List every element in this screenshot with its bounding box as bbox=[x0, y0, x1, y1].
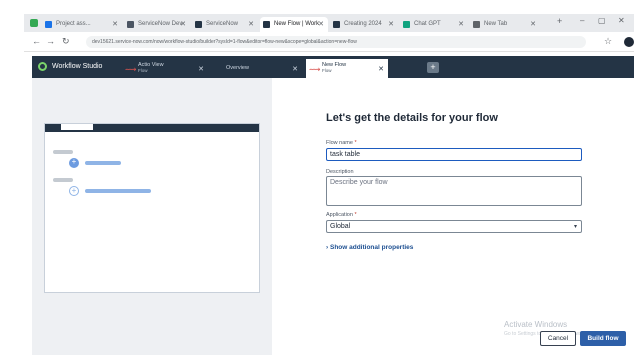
close-icon[interactable]: ✕ bbox=[378, 65, 384, 73]
show-additional-properties-link[interactable]: › Show additional properties bbox=[326, 244, 413, 251]
cancel-button[interactable]: Cancel bbox=[540, 331, 576, 346]
application-label: Application * bbox=[326, 212, 357, 218]
tab-favicon-icon bbox=[333, 21, 340, 28]
browser-tab-strip: Project ass... ✕ ServiceNow Dev ✕ Servic… bbox=[24, 14, 634, 32]
browser-app-icon bbox=[30, 19, 38, 27]
browser-tab-1[interactable]: ServiceNow Dev ✕ bbox=[124, 17, 190, 32]
minimize-button[interactable]: – bbox=[580, 16, 584, 25]
preview-action-label-line bbox=[85, 189, 151, 193]
page-title: Let's get the details for your flow bbox=[326, 112, 498, 124]
preview-action-line bbox=[53, 178, 73, 182]
reload-icon[interactable]: ↻ bbox=[62, 36, 70, 47]
flow-name-input[interactable]: task table bbox=[326, 148, 582, 161]
forward-arrow-icon[interactable]: → bbox=[46, 36, 55, 46]
browser-tab-2[interactable]: ServiceNow ✕ bbox=[192, 17, 258, 32]
tab-favicon-icon bbox=[403, 21, 410, 28]
address-bar-row: ← → ↻ dev15621.service-now.com/now/workf… bbox=[24, 32, 634, 52]
preview-add-trigger-icon: + bbox=[69, 157, 79, 168]
tab-favicon-icon bbox=[127, 21, 134, 28]
close-icon[interactable]: ✕ bbox=[180, 17, 186, 32]
flow-icon: ⟿ bbox=[309, 65, 321, 74]
maximize-button[interactable]: ▢ bbox=[598, 16, 606, 25]
preview-card-tab bbox=[61, 124, 93, 130]
close-icon[interactable]: ✕ bbox=[248, 17, 254, 32]
close-window-button[interactable]: ✕ bbox=[618, 16, 625, 25]
description-label: Description bbox=[326, 169, 354, 175]
preview-trigger-label-line bbox=[85, 161, 121, 165]
flow-icon: ⟿ bbox=[125, 65, 137, 74]
tab-favicon-icon bbox=[473, 21, 480, 28]
workflow-studio-logo-icon bbox=[38, 62, 47, 71]
browser-tab-0[interactable]: Project ass... ✕ bbox=[42, 17, 122, 32]
app-tab-2[interactable]: ⟿ New Flow Flow ✕ bbox=[306, 59, 388, 78]
application-select[interactable]: Global ▾ bbox=[326, 220, 582, 233]
browser-tab-6[interactable]: New Tab ✕ bbox=[470, 17, 540, 32]
preview-add-action-icon: + bbox=[69, 186, 79, 196]
tab-favicon-icon bbox=[263, 21, 270, 28]
close-icon[interactable]: ✕ bbox=[198, 65, 204, 73]
chevron-right-icon: › bbox=[326, 244, 329, 251]
build-flow-button[interactable]: Build flow bbox=[580, 331, 626, 346]
browser-tab-5[interactable]: Chat GPT ✕ bbox=[400, 17, 468, 32]
close-icon[interactable]: ✕ bbox=[292, 65, 298, 73]
description-textarea[interactable]: Describe your flow bbox=[326, 176, 582, 206]
chevron-down-icon: ▾ bbox=[573, 224, 577, 230]
close-icon[interactable]: ✕ bbox=[112, 17, 118, 32]
close-icon[interactable]: ✕ bbox=[458, 17, 464, 32]
flow-details-form: Let's get the details for your flow Flow… bbox=[272, 78, 634, 355]
browser-tab-4[interactable]: Creating 2024 ✕ bbox=[330, 17, 398, 32]
flow-preview-card: + + bbox=[44, 123, 260, 293]
new-tab-button[interactable]: + bbox=[557, 16, 562, 26]
close-icon[interactable]: ✕ bbox=[318, 17, 324, 32]
close-icon[interactable]: ✕ bbox=[388, 17, 394, 32]
profile-avatar[interactable] bbox=[624, 37, 634, 47]
activate-windows-watermark: Activate Windows bbox=[504, 320, 568, 329]
add-app-tab-button[interactable]: + bbox=[427, 62, 439, 73]
back-arrow-icon[interactable]: ← bbox=[32, 36, 41, 46]
app-tab-1[interactable]: Overview ✕ bbox=[210, 59, 302, 78]
flow-preview-panel: + + bbox=[32, 78, 272, 355]
tab-favicon-icon bbox=[195, 21, 202, 28]
bookmark-star-icon[interactable]: ☆ bbox=[604, 36, 612, 47]
tab-favicon-icon bbox=[45, 21, 52, 28]
browser-tab-3[interactable]: New Flow | Work ✕ bbox=[260, 17, 328, 32]
app-brand[interactable]: Workflow Studio bbox=[52, 63, 102, 70]
app-header: Workflow Studio ⟿ Actio View Flow ✕ Over… bbox=[32, 56, 634, 78]
url-input[interactable]: dev15621.service-now.com/now/workflow-st… bbox=[86, 36, 586, 48]
flow-name-label: Flow name * bbox=[326, 140, 357, 146]
close-icon[interactable]: ✕ bbox=[530, 17, 536, 32]
preview-trigger-line bbox=[53, 150, 73, 154]
app-tab-0[interactable]: ⟿ Actio View Flow ✕ bbox=[122, 59, 208, 78]
